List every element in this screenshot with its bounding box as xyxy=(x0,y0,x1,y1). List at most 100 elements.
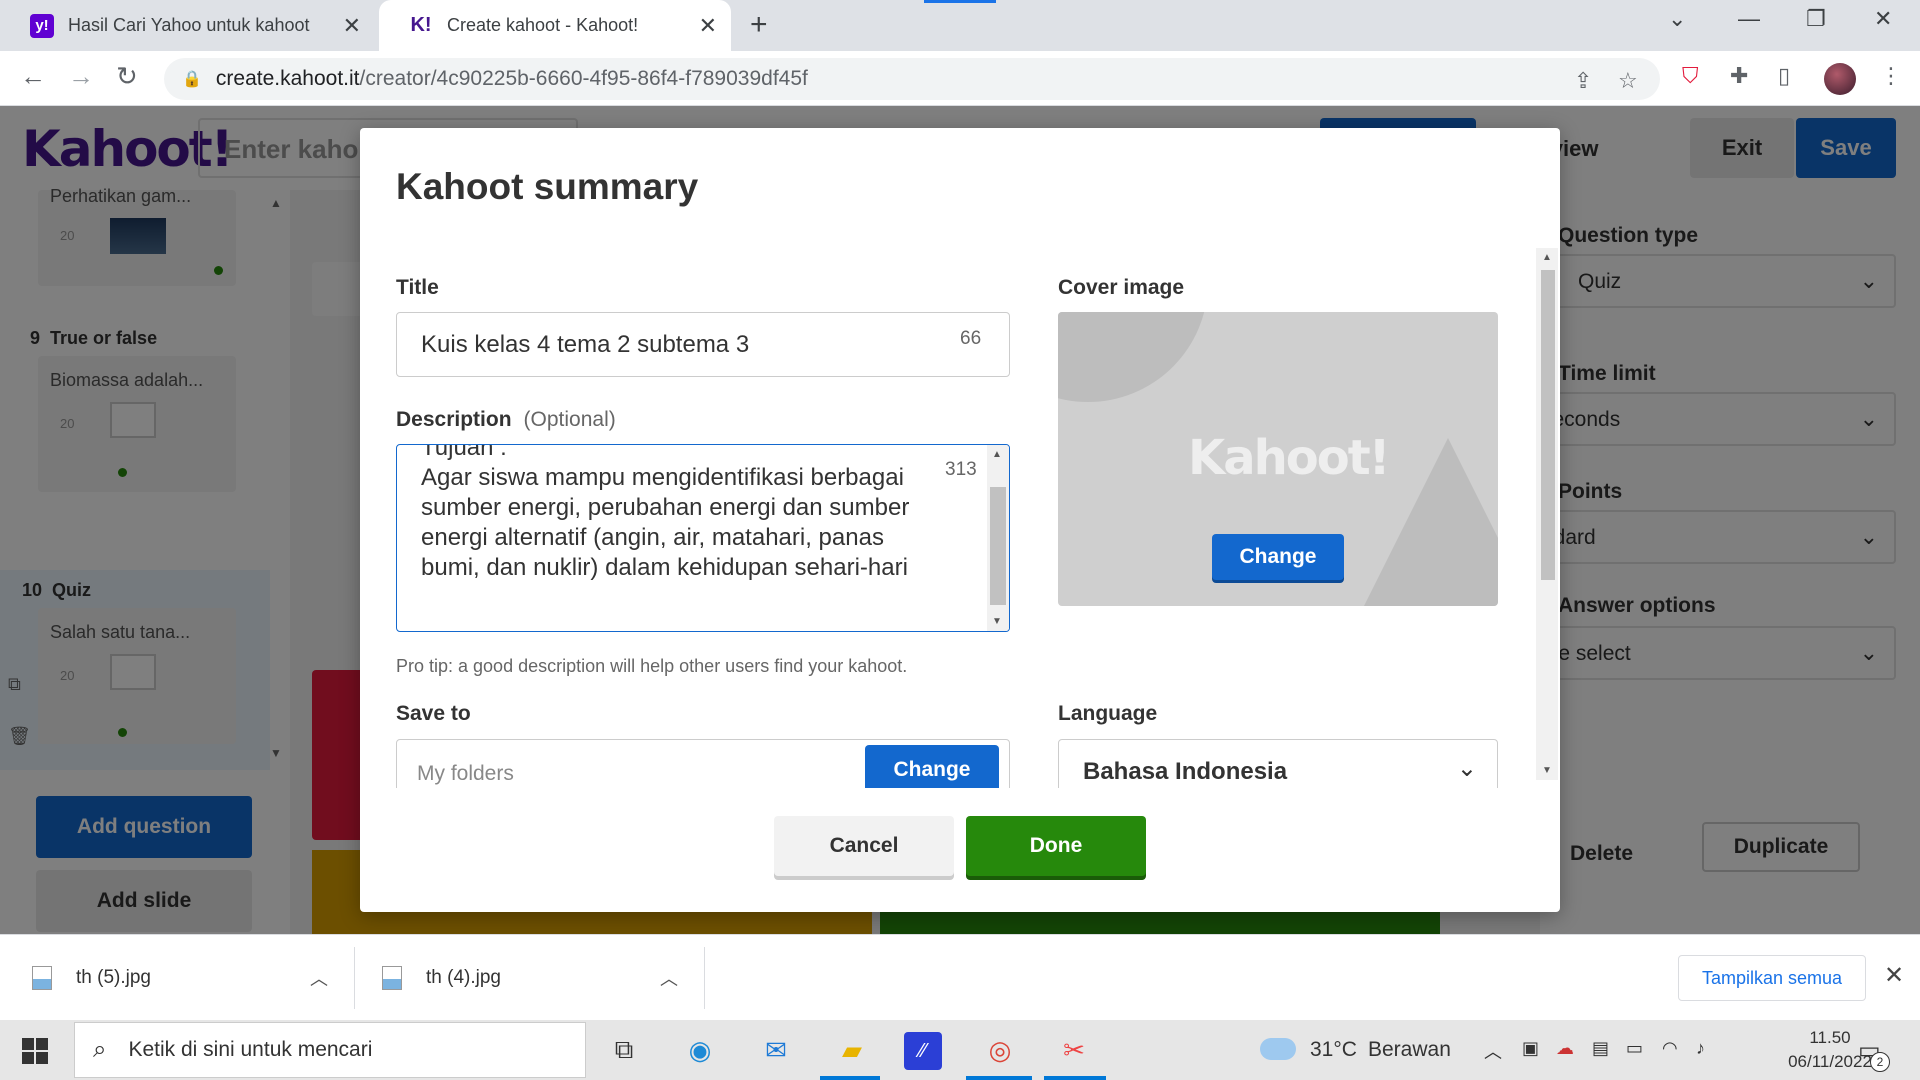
active-app-underline xyxy=(966,1076,1032,1080)
wifi-icon[interactable]: ◠ xyxy=(1662,1038,1678,1059)
restore-window-icon[interactable]: ❐ xyxy=(1806,6,1826,32)
tab-title: Create kahoot - Kahoot! xyxy=(447,15,639,35)
cover-image: Kahoot! Change xyxy=(1058,312,1498,606)
image-file-icon xyxy=(382,966,402,990)
scrollbar-thumb[interactable] xyxy=(990,487,1006,605)
description-scrollbar[interactable]: ▲ ▼ xyxy=(987,445,1009,631)
dialog-body: Title Kuis kelas 4 tema 2 subtema 3 66 D… xyxy=(360,128,1546,788)
browser-menu-icon[interactable]: ⋮ xyxy=(1880,63,1902,89)
cover-decor-circle xyxy=(1058,312,1208,402)
tab-indicator xyxy=(924,0,996,3)
yahoo-favicon-icon: y! xyxy=(30,13,54,38)
tab-title: Hasil Cari Yahoo untuk kahoot xyxy=(68,15,310,35)
chevron-up-icon[interactable]: ︿ xyxy=(660,965,678,991)
meet-now-icon[interactable]: ▣ xyxy=(1522,1038,1539,1059)
change-folder-button[interactable]: Change xyxy=(865,745,999,788)
back-arrow-icon[interactable]: ← xyxy=(20,61,46,92)
windows-start-icon[interactable] xyxy=(22,1038,48,1064)
notification-count-badge: 2 xyxy=(1870,1052,1890,1072)
battery-icon[interactable]: ▭ xyxy=(1626,1038,1643,1059)
language-label: Language xyxy=(1058,702,1158,725)
close-tab-icon[interactable]: ✕ xyxy=(699,13,717,39)
close-tab-icon[interactable]: ✕ xyxy=(343,13,361,39)
cover-image-label: Cover image xyxy=(1058,276,1185,299)
description-text: Tujuan : Agar siswa mampu mengidentifika… xyxy=(421,444,910,581)
divider xyxy=(704,947,705,1009)
url-field[interactable]: 🔒 create.kahoot.it /creator/4c90225b-666… xyxy=(164,58,1660,100)
title-input[interactable]: Kuis kelas 4 tema 2 subtema 3 xyxy=(396,312,1010,377)
weather-desc[interactable]: Berawan xyxy=(1368,1038,1451,1062)
done-button[interactable]: Done xyxy=(966,816,1146,876)
extension-shield-icon[interactable]: ⛉ xyxy=(1682,63,1699,89)
lock-icon: 🔒 xyxy=(182,71,202,88)
pro-tip-text: Pro tip: a good description will help ot… xyxy=(396,656,908,676)
profile-avatar[interactable] xyxy=(1824,63,1856,95)
minimize-window-icon[interactable]: — xyxy=(1738,6,1760,32)
active-app-underline xyxy=(820,1076,880,1080)
reload-icon[interactable]: ↻ xyxy=(116,61,138,92)
tray-chevron-up-icon[interactable]: ︿ xyxy=(1484,1038,1502,1064)
save-to-value: My folders xyxy=(417,762,514,785)
chrome-browser-icon[interactable]: ◎ xyxy=(978,1028,1022,1072)
kahoot-summary-dialog: Kahoot summary Title Kuis kelas 4 tema 2… xyxy=(360,128,1560,912)
save-to-label: Save to xyxy=(396,702,471,725)
volume-icon[interactable]: ♪ xyxy=(1696,1038,1705,1059)
active-app-underline xyxy=(1044,1076,1106,1080)
address-bar: ← → ↻ 🔒 create.kahoot.it /creator/4c9022… xyxy=(0,51,1920,106)
search-icon: ⌕ xyxy=(93,1036,107,1063)
url-domain: create.kahoot.it xyxy=(215,67,360,90)
url-path: /creator/4c90225b-6660-4f95-86f4-f789039… xyxy=(359,67,808,90)
download-item[interactable]: th (5).jpg ︿ xyxy=(32,935,332,1021)
onedrive-icon[interactable]: ☁ xyxy=(1556,1038,1574,1059)
display-icon[interactable]: ▤ xyxy=(1592,1038,1609,1059)
description-label-text: Description xyxy=(396,408,512,431)
windows-taskbar: ⌕ Ketik di sini untuk mencari ⧉ ◉ ✉ ▰ ⁄⁄… xyxy=(0,1020,1920,1080)
description-label: Description (Optional) xyxy=(396,408,616,432)
title-label: Title xyxy=(396,276,439,299)
taskbar-search-input[interactable]: ⌕ Ketik di sini untuk mencari xyxy=(74,1022,586,1078)
close-window-icon[interactable]: ✕ xyxy=(1874,6,1892,32)
new-tab-button[interactable]: + xyxy=(750,8,768,42)
scroll-down-arrow-icon[interactable]: ▼ xyxy=(1542,765,1552,776)
extensions-puzzle-icon[interactable]: ✚ xyxy=(1730,63,1748,89)
download-bar: th (5).jpg ︿ th (4).jpg ︿ Tampilkan semu… xyxy=(0,934,1920,1020)
weather-cloud-icon[interactable] xyxy=(1260,1038,1296,1060)
mail-icon[interactable]: ✉ xyxy=(754,1028,798,1072)
scrollbar-thumb[interactable] xyxy=(1541,270,1555,580)
save-to-field: My folders Change xyxy=(396,739,1010,788)
tab-search-chevron-icon[interactable]: ⌄ xyxy=(1668,6,1686,32)
chevron-down-icon: ⌄ xyxy=(1456,755,1477,782)
close-icon[interactable]: ✕ xyxy=(1884,961,1904,990)
scroll-up-arrow-icon[interactable]: ▲ xyxy=(1542,252,1552,263)
search-placeholder: Ketik di sini untuk mencari xyxy=(128,1038,373,1061)
dialog-scrollbar[interactable]: ▲ ▼ xyxy=(1536,248,1558,780)
optional-tag: (Optional) xyxy=(523,408,616,431)
download-item[interactable]: th (4).jpg ︿ xyxy=(382,935,682,1021)
scroll-up-arrow-icon[interactable]: ▲ xyxy=(992,449,1002,460)
tab-yahoo-search[interactable]: y! Hasil Cari Yahoo untuk kahoot ✕ xyxy=(0,0,375,51)
file-explorer-icon[interactable]: ▰ xyxy=(830,1028,874,1072)
change-cover-button[interactable]: Change xyxy=(1212,534,1344,580)
forward-arrow-icon[interactable]: → xyxy=(68,61,94,92)
download-filename: th (5).jpg xyxy=(76,967,151,988)
tab-create-kahoot[interactable]: K! Create kahoot - Kahoot! ✕ xyxy=(379,0,731,51)
browser-tab-bar: y! Hasil Cari Yahoo untuk kahoot ✕ K! Cr… xyxy=(0,0,1920,51)
show-all-downloads-button[interactable]: Tampilkan semua xyxy=(1678,955,1866,1001)
bookmark-star-icon[interactable]: ☆ xyxy=(1618,68,1638,94)
description-textarea[interactable]: Tujuan : Agar siswa mampu mengidentifika… xyxy=(396,444,1010,632)
edge-browser-icon[interactable]: ◉ xyxy=(678,1028,722,1072)
language-value: Bahasa Indonesia xyxy=(1083,758,1288,785)
app-launcher-icon[interactable]: ⁄⁄ xyxy=(904,1032,942,1070)
scroll-down-arrow-icon[interactable]: ▼ xyxy=(992,616,1002,627)
kahoot-favicon-icon: K! xyxy=(410,14,432,36)
snipping-tool-icon[interactable]: ✂ xyxy=(1052,1028,1096,1072)
weather-temp[interactable]: 31°C xyxy=(1310,1038,1357,1062)
image-file-icon xyxy=(32,966,52,990)
task-view-icon[interactable]: ⧉ xyxy=(602,1028,646,1072)
side-panel-icon[interactable]: ▯ xyxy=(1778,63,1790,89)
cover-kahoot-logo: Kahoot! xyxy=(1188,430,1391,486)
language-select[interactable]: Bahasa Indonesia ⌄ xyxy=(1058,739,1498,788)
chevron-up-icon[interactable]: ︿ xyxy=(310,965,328,991)
cancel-button[interactable]: Cancel xyxy=(774,816,954,876)
share-icon[interactable]: ⇪ xyxy=(1574,68,1592,94)
